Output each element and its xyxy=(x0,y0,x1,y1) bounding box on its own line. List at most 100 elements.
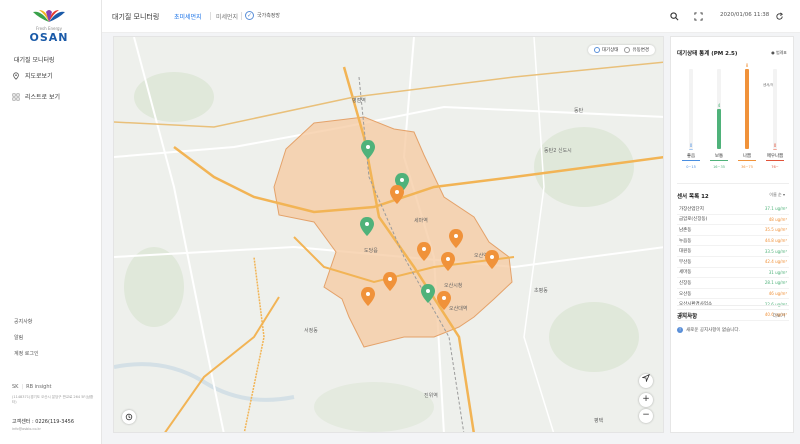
company-address: (1148371)경기도 오산시 분당구 판교로 264 5F(삼환타) xyxy=(12,395,94,404)
sensor-marker[interactable] xyxy=(437,291,451,310)
map-mode-toggle[interactable]: 대기상태 유동변경 xyxy=(587,45,655,55)
bar-category-label: 나쁨 xyxy=(743,152,751,159)
sensor-marker[interactable] xyxy=(485,250,499,269)
sensor-value: 31 ug/m³ xyxy=(768,269,787,275)
sensor-value: 28.1 ug/m³ xyxy=(764,280,787,286)
bar-value-label: 0 xyxy=(774,143,777,148)
sensor-name: 남촌동 xyxy=(679,227,692,233)
sensor-marker[interactable] xyxy=(360,217,374,236)
sidebar-section-title: 대기질 모니터링 xyxy=(14,57,55,64)
sensor-marker[interactable] xyxy=(417,242,431,261)
map-pin-icon xyxy=(13,71,19,80)
mode-air-status[interactable]: 대기상태 xyxy=(593,47,619,53)
sensor-marker[interactable] xyxy=(421,284,435,303)
sensor-name: 신장동 xyxy=(679,280,692,286)
notice-empty: ! 새로운 공지사항이 없습니다. xyxy=(677,327,740,333)
sensor-marker[interactable] xyxy=(441,252,455,271)
fullscreen-icon xyxy=(693,11,703,21)
sidebar-item-list[interactable]: 리스트로 보기 xyxy=(12,92,60,101)
sensor-name: 금암로(신장동) xyxy=(679,217,708,223)
sensor-row[interactable]: 대원동 33.5 ug/m³ xyxy=(677,246,789,257)
sensor-row[interactable]: 누읍동 44.8 ug/m³ xyxy=(677,236,789,247)
bar xyxy=(773,149,777,150)
sensor-row[interactable]: 오산동 46 ug/m³ xyxy=(677,289,789,300)
sensor-markers xyxy=(360,140,499,310)
sensor-row[interactable]: 부산동 42.4 ug/m³ xyxy=(677,257,789,268)
mode-air-status-label: 대기상태 xyxy=(601,48,619,53)
radio-on-icon xyxy=(593,47,600,53)
bar-category-label: 매우나쁨 xyxy=(767,152,784,159)
map-view[interactable]: 병점역 동탄2 신도시 도당읍 오산시청 세마역 오산대역 오산역 진위역 동탄… xyxy=(113,36,664,433)
sensor-marker[interactable] xyxy=(361,140,375,159)
range-label: 76~ xyxy=(771,165,778,169)
locate-button[interactable] xyxy=(639,374,653,388)
divider xyxy=(677,305,789,306)
sidebar-item-map[interactable]: 지도로보기 xyxy=(12,71,53,80)
sidebar-link-login[interactable]: 계정 로그인 xyxy=(14,350,39,357)
fullscreen-button[interactable] xyxy=(691,9,705,23)
sidebar: Fresh Energy OSAN 대기질 모니터링 지도로보기 리스트로 보기… xyxy=(0,0,102,444)
contact-phone: 고객센터 : 0226(119-3456 xyxy=(12,419,75,425)
bar-track xyxy=(689,69,693,149)
range-label: 0~15 xyxy=(686,165,696,169)
search-button[interactable] xyxy=(667,9,681,23)
partner-logos: SK | RB insight xyxy=(12,384,52,390)
info-panel: 대기상태 통계 (PM 2.5) ● 범례표 센서/개수 0 좋음 0~15 4 보통 16… xyxy=(670,36,794,433)
refresh-button[interactable] xyxy=(772,9,786,23)
sensor-value: 46 ug/m³ xyxy=(768,291,787,297)
sensor-value: 48 ug/m³ xyxy=(768,216,787,222)
grid-icon xyxy=(12,92,20,101)
app-root: Fresh Energy OSAN 대기질 모니터링 지도로보기 리스트로 보기… xyxy=(0,0,800,444)
category-underline xyxy=(710,160,728,161)
sensor-marker[interactable] xyxy=(390,185,404,204)
sensor-name: 부산동 xyxy=(679,259,692,265)
bar xyxy=(745,69,749,149)
sensor-marker[interactable] xyxy=(361,287,375,306)
sidebar-link-alerts[interactable]: 알림 xyxy=(14,334,23,341)
sensor-value: 37.1 ug/m³ xyxy=(764,206,787,212)
tab-pm10[interactable]: 미세먼지 xyxy=(216,12,238,21)
legend-toggle[interactable]: ● 범례표 xyxy=(771,50,787,56)
check-icon: ✓ xyxy=(245,11,254,20)
bar-value-label: 8 xyxy=(746,63,749,68)
partner-sk: SK xyxy=(12,384,19,390)
sort-dropdown[interactable]: 이름 순 ▾ xyxy=(769,192,785,198)
bar-value-label: 0 xyxy=(690,143,693,148)
partner-rb: RB insight xyxy=(26,384,52,390)
page-title: 대기질 모니터링 xyxy=(112,13,160,21)
divider xyxy=(677,183,789,184)
notice-more-link[interactable]: 더보기 xyxy=(773,313,785,319)
sensor-marker[interactable] xyxy=(383,272,397,291)
navigate-icon xyxy=(641,374,650,383)
national-network-label: 국가측정망 xyxy=(257,13,281,19)
sensor-row[interactable]: 금암로(신장동) 48 ug/m³ xyxy=(677,215,789,226)
zoom-in-button[interactable]: + xyxy=(639,393,653,407)
sensor-value: 42.4 ug/m³ xyxy=(764,259,787,265)
logo[interactable]: Fresh Energy OSAN xyxy=(14,8,84,46)
notice-title: 공지사항 xyxy=(677,314,698,320)
sidebar-link-notice[interactable]: 공지사항 xyxy=(14,318,32,325)
zoom-out-button[interactable]: − xyxy=(639,409,653,423)
refresh-icon xyxy=(775,12,783,20)
sensor-row[interactable]: 가장산업단지 37.1 ug/m³ xyxy=(677,204,789,215)
bar-category-label: 좋음 xyxy=(687,153,695,159)
mode-flow[interactable]: 유동변경 xyxy=(624,47,649,53)
sensor-marker[interactable] xyxy=(449,229,463,248)
sidebar-item-label: 리스트로 보기 xyxy=(25,94,61,101)
sensor-row[interactable]: 신장동 28.1 ug/m³ xyxy=(677,278,789,289)
history-icon xyxy=(125,413,133,421)
header: 대기질 모니터링 초미세먼지 미세먼지 ✓ 국가측정망 2020/01/06 1… xyxy=(102,0,800,33)
range-label: 36~75 xyxy=(741,165,753,169)
national-network-toggle[interactable]: ✓ 국가측정망 xyxy=(245,11,280,20)
mode-flow-label: 유동변경 xyxy=(632,48,649,53)
sensor-name: 가장산업단지 xyxy=(679,206,704,212)
history-button[interactable] xyxy=(122,410,136,424)
sensor-value: 35.5 ug/m³ xyxy=(764,227,787,233)
sensor-row[interactable]: 남촌동 35.5 ug/m³ xyxy=(677,225,789,236)
sensor-value: 44.8 ug/m³ xyxy=(764,238,787,244)
info-icon: ! xyxy=(677,327,683,333)
sensor-name: 세마동 xyxy=(679,270,692,276)
sensor-row[interactable]: 세마동 31 ug/m³ xyxy=(677,268,789,279)
stats-chart: 센서/개수0좋음0~154보통16~358나쁨36~750매우나쁨76~ xyxy=(682,63,784,169)
tab-pm25[interactable]: 초미세먼지 xyxy=(174,12,202,21)
